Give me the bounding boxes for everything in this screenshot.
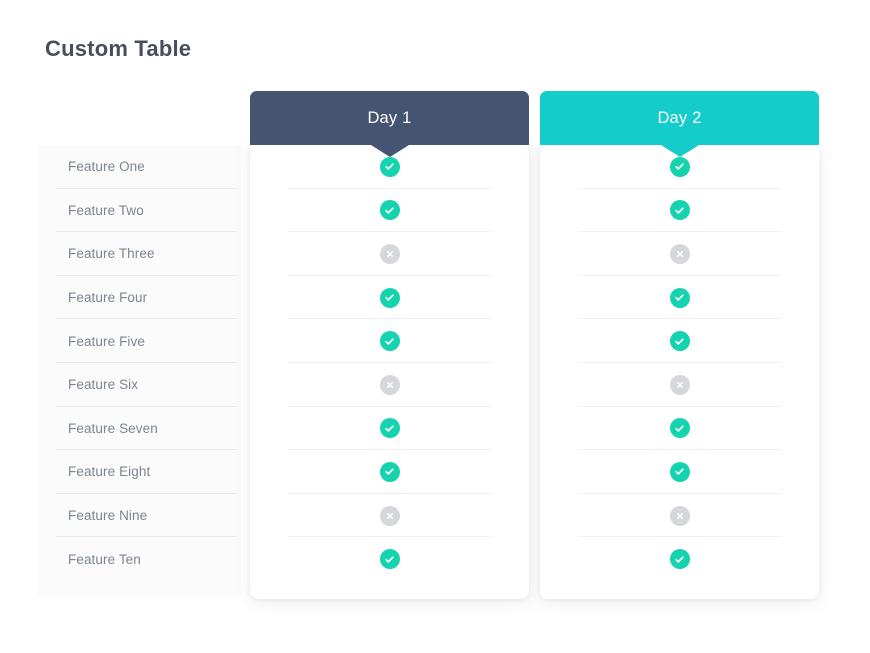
- column-cells-day-2: [540, 145, 819, 581]
- check-circle-icon: [669, 156, 690, 177]
- table-cell: [250, 363, 529, 407]
- table-cell: [540, 407, 819, 451]
- feature-label: Feature Six: [68, 377, 139, 393]
- table-cell: [250, 407, 529, 451]
- column-header-label: Day 2: [657, 108, 702, 127]
- table-row: Feature Two: [38, 189, 241, 233]
- table-cell: [250, 232, 529, 276]
- page-title: Custom Table: [45, 36, 192, 61]
- table-cell: [540, 450, 819, 494]
- table-row: Feature One: [38, 145, 241, 189]
- table-cell: [540, 276, 819, 320]
- column-header-day-2[interactable]: Day 2: [540, 91, 819, 157]
- table-cell: [540, 363, 819, 407]
- table-cell: [540, 537, 819, 581]
- table-cell: [250, 189, 529, 233]
- column-cells-day-1: [250, 145, 529, 581]
- check-circle-icon: [669, 287, 690, 308]
- check-circle-icon: [379, 287, 400, 308]
- table-cell: [250, 276, 529, 320]
- table-cell: [250, 537, 529, 581]
- table-cell: [540, 494, 819, 538]
- table-row: Feature Ten: [38, 537, 241, 581]
- cross-circle-icon: [669, 243, 690, 264]
- table-row: Feature Five: [38, 319, 241, 363]
- feature-label: Feature Eight: [68, 464, 151, 480]
- feature-label: Feature One: [68, 159, 145, 175]
- header-notch-icon: [660, 145, 699, 157]
- column-header-day-1[interactable]: Day 1: [250, 91, 529, 157]
- check-circle-icon: [379, 156, 400, 177]
- feature-column: Feature One Feature Two Feature Three Featu…: [38, 145, 241, 597]
- check-circle-icon: [379, 461, 400, 482]
- table-row: Feature Six: [38, 363, 241, 407]
- table-cell: [250, 319, 529, 363]
- column-card-day-2: [540, 142, 819, 599]
- cross-circle-icon: [379, 243, 400, 264]
- table-cell: [250, 494, 529, 538]
- table-cell: [540, 319, 819, 363]
- feature-label: Feature Seven: [68, 420, 158, 436]
- cross-circle-icon: [379, 505, 400, 526]
- check-circle-icon: [379, 200, 400, 221]
- table-cell: [540, 232, 819, 276]
- table-row: Feature Three: [38, 232, 241, 276]
- check-circle-icon: [669, 200, 690, 221]
- feature-label: Feature Four: [68, 290, 148, 306]
- table-row: Feature Four: [38, 276, 241, 320]
- header-notch-icon: [370, 145, 409, 157]
- check-circle-icon: [669, 418, 690, 439]
- check-circle-icon: [669, 549, 690, 570]
- cross-circle-icon: [669, 374, 690, 395]
- cross-circle-icon: [669, 505, 690, 526]
- column-card-day-1: [250, 142, 529, 599]
- check-circle-icon: [669, 461, 690, 482]
- feature-label: Feature Two: [68, 202, 144, 218]
- table-row: Feature Nine: [38, 494, 241, 538]
- check-circle-icon: [669, 331, 690, 352]
- table-row: Feature Seven: [38, 407, 241, 451]
- check-circle-icon: [379, 331, 400, 352]
- feature-label: Feature Five: [68, 333, 145, 349]
- feature-label: Feature Three: [68, 246, 155, 262]
- table-cell: [250, 450, 529, 494]
- cross-circle-icon: [379, 374, 400, 395]
- check-circle-icon: [379, 549, 400, 570]
- feature-label: Feature Nine: [68, 508, 148, 524]
- table-row: Feature Eight: [38, 450, 241, 494]
- table-cell: [540, 189, 819, 233]
- column-header-label: Day 1: [367, 108, 412, 127]
- check-circle-icon: [379, 418, 400, 439]
- feature-label: Feature Ten: [68, 551, 141, 567]
